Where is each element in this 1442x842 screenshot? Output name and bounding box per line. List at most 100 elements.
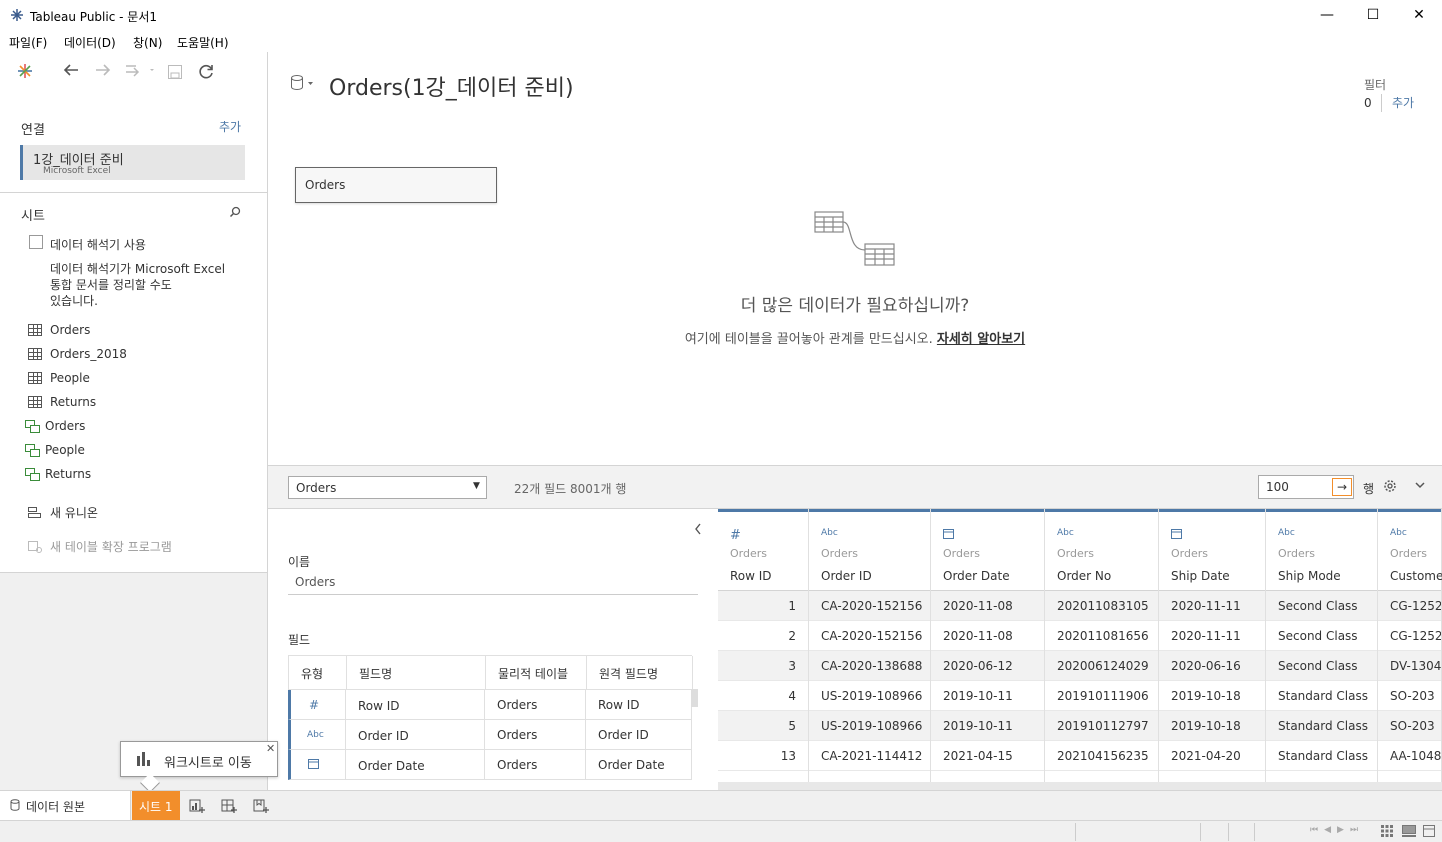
refresh-icon[interactable] — [197, 62, 215, 85]
named-range-people[interactable]: People — [25, 441, 85, 459]
column-name[interactable]: Order ID — [821, 569, 872, 583]
grid-column[interactable]: Abc Orders Ship Mode Second Class Second Cla… — [1266, 509, 1378, 790]
more-data-desc-row: 여기에 테이블을 끌어놓아 관계를 만드십시오. 자세히 알아보기 — [268, 328, 1442, 347]
grid-cell: CA-2020-152156 — [809, 621, 930, 651]
field-row[interactable]: # Row ID Orders Row ID — [288, 690, 692, 720]
datasource-icon — [10, 799, 20, 814]
more-data-title: 더 많은 데이터가 필요하십니까? — [740, 296, 970, 316]
grid-column[interactable]: Abc Orders Custome CG-1252 CG-1252 DV-1304 SO-… — [1378, 509, 1442, 790]
tab-datasource[interactable]: 데이터 원본 — [0, 791, 131, 820]
column-source: Orders — [730, 547, 767, 560]
add-connection-link[interactable]: 추가 — [219, 118, 241, 135]
date-type-icon[interactable] — [943, 528, 954, 542]
grid-cell: US-2019-108966 — [809, 711, 930, 741]
menu-file[interactable]: 파일(F) — [9, 34, 47, 51]
menu-data[interactable]: 데이터(D) — [64, 34, 116, 51]
close-icon[interactable]: ✕ — [266, 742, 275, 755]
sheet-nav-arrows[interactable]: ⏮◀▶⏭ — [1310, 825, 1364, 835]
menu-window[interactable]: 창(N) — [133, 34, 162, 51]
new-worksheet-icon[interactable] — [189, 798, 205, 817]
tab-sheet1[interactable]: 시트 1 — [132, 791, 180, 820]
grid-cell: CA-2020-138688 — [809, 651, 930, 681]
search-icon[interactable] — [229, 206, 241, 221]
add-filter-link[interactable]: 추가 — [1392, 94, 1414, 111]
column-name[interactable]: Ship Mode — [1278, 569, 1341, 583]
grid-column-header[interactable]: Abc Orders Custome — [1378, 509, 1442, 591]
grid-column[interactable]: Abc Orders Order No 202011083105 20201108165… — [1045, 509, 1159, 790]
sheet-sorter-icon[interactable] — [1381, 825, 1393, 840]
sheet-item-orders-2018[interactable]: Orders_2018 — [28, 345, 127, 363]
field-row[interactable]: Order Date Orders Order Date — [288, 750, 692, 780]
new-story-icon[interactable] — [253, 798, 269, 817]
column-name[interactable]: Custome — [1390, 569, 1442, 583]
grid-column-header[interactable]: Abc Orders Order ID — [809, 509, 930, 591]
new-union-item[interactable]: 새 유니온 — [28, 504, 98, 522]
forward-arrow-icon[interactable] — [94, 61, 112, 84]
grid-cell: SO-203 — [1378, 681, 1441, 711]
grid-column[interactable]: Orders Order Date 2020-11-08 2020-11-08 2020… — [931, 509, 1045, 790]
string-type-icon[interactable]: Abc — [1390, 528, 1407, 538]
new-dashboard-icon[interactable] — [221, 798, 237, 817]
bottom-tabs: 데이터 원본 시트 1 — [0, 790, 1442, 820]
grid-column[interactable]: Abc Orders Order ID CA-2020-152156 CA-2020-1… — [809, 509, 931, 790]
grid-cell: CG-1252 — [1378, 591, 1441, 621]
chevron-down-icon[interactable] — [1413, 478, 1427, 495]
column-name[interactable]: Order No — [1057, 569, 1111, 583]
metadata-pane: 이름 Orders 필드 유형 필드명 물리적 테이블 원격 필드명 # Row… — [268, 509, 718, 790]
fields-label: 필드 — [288, 633, 311, 647]
back-arrow-icon[interactable] — [62, 61, 80, 84]
close-button[interactable]: ✕ — [1396, 0, 1442, 30]
goto-worksheet-tooltip[interactable]: 워크시트로 이동 ✕ — [120, 741, 278, 793]
rows-input[interactable]: 100 → — [1258, 475, 1354, 499]
name-value[interactable]: Orders — [295, 575, 335, 589]
string-type-icon[interactable]: Abc — [1278, 528, 1295, 538]
divider — [0, 192, 267, 193]
redo-icon[interactable] — [124, 62, 154, 83]
apply-rows-arrow-icon[interactable]: → — [1332, 478, 1352, 496]
grid-column-header[interactable]: Orders Order Date — [931, 509, 1044, 591]
connection-item[interactable]: 1강_데이터 준비 Microsoft Excel — [20, 145, 245, 180]
sheet-item-orders[interactable]: Orders — [28, 321, 90, 339]
named-range-orders[interactable]: Orders — [25, 417, 85, 435]
grid-horizontal-scrollbar[interactable] — [718, 782, 1442, 790]
datasource-icon[interactable] — [290, 74, 316, 95]
column-name[interactable]: Order Date — [943, 569, 1010, 583]
learn-more-link[interactable]: 자세히 알아보기 — [937, 332, 1025, 347]
column-name[interactable]: Row ID — [730, 569, 772, 583]
grid-column[interactable]: Orders Ship Date 2020-11-11 2020-11-11 2020-… — [1159, 509, 1266, 790]
number-type-icon[interactable]: # — [730, 528, 741, 543]
grid-cell: CG-1252 — [1378, 621, 1441, 651]
page-title[interactable]: Orders(1강_데이터 준비) — [329, 70, 574, 102]
save-icon[interactable] — [167, 64, 183, 85]
minimize-button[interactable]: — — [1304, 0, 1350, 30]
new-extension-item[interactable]: 새 테이블 확장 프로그램 — [28, 538, 172, 556]
date-type-icon[interactable] — [1171, 528, 1182, 542]
grid-cell: 1 — [718, 591, 808, 621]
filmstrip-icon[interactable] — [1402, 825, 1416, 840]
sheet-item-returns[interactable]: Returns — [28, 393, 96, 411]
named-range-returns[interactable]: Returns — [25, 465, 91, 483]
grid-column[interactable]: # Orders Row ID 1 2 3 4 5 13 — [718, 509, 809, 790]
grid-column-header[interactable]: # Orders Row ID — [718, 509, 808, 591]
menu-help[interactable]: 도움말(H) — [177, 34, 229, 51]
column-source: Orders — [1171, 547, 1208, 560]
table-select[interactable]: Orders ▼ — [288, 476, 487, 499]
string-type-icon[interactable]: Abc — [1057, 528, 1074, 538]
rows-label: 행 — [1363, 482, 1375, 496]
grid-column-header[interactable]: Orders Ship Date — [1159, 509, 1265, 591]
gear-icon[interactable] — [1383, 479, 1397, 496]
table-box[interactable]: Orders — [295, 167, 497, 203]
string-type-icon[interactable]: Abc — [821, 528, 838, 538]
tabs-view-icon[interactable] — [1423, 825, 1435, 840]
grid-column-header[interactable]: Abc Orders Ship Mode — [1266, 509, 1377, 591]
field-row[interactable]: Abc Order ID Orders Order ID — [288, 720, 692, 750]
collapse-chevron-icon[interactable] — [693, 522, 703, 539]
meta-scrollbar[interactable] — [691, 689, 698, 707]
grid-column-header[interactable]: Abc Orders Order No — [1045, 509, 1158, 591]
column-name[interactable]: Ship Date — [1171, 569, 1230, 583]
tableau-home-icon[interactable] — [16, 62, 34, 84]
interpreter-desc-1: 데이터 해석기가 Microsoft Excel — [50, 262, 226, 276]
interpreter-checkbox[interactable] — [29, 235, 43, 249]
sheet-item-people[interactable]: People — [28, 369, 90, 387]
maximize-button[interactable]: ☐ — [1350, 0, 1396, 30]
